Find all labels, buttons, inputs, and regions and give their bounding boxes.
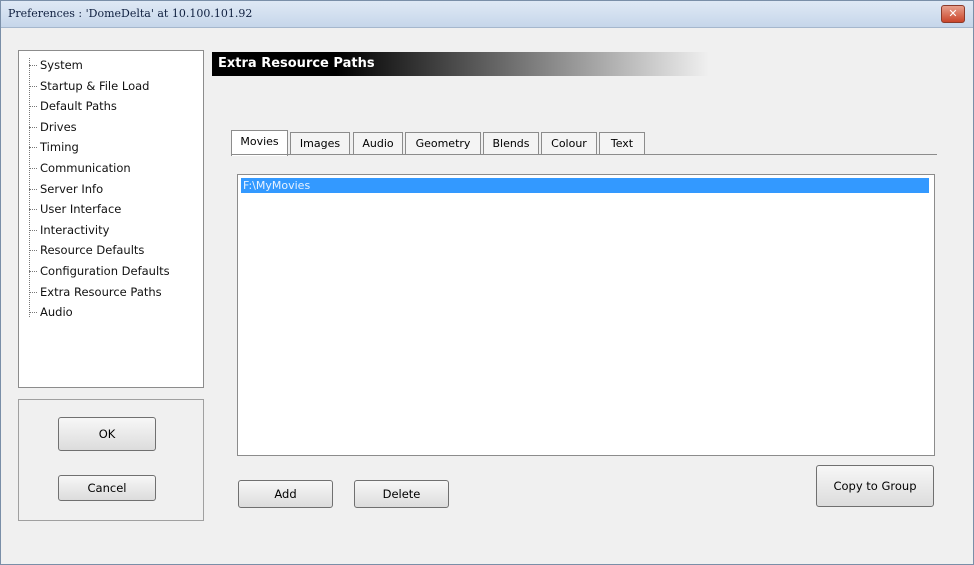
nav-item-extra-resource-paths[interactable]: Extra Resource Paths (19, 282, 170, 303)
nav-item-communication[interactable]: Communication (19, 158, 170, 179)
nav-item-label: Startup & File Load (40, 78, 150, 93)
nav-item-label: Drives (40, 119, 77, 134)
cancel-button[interactable]: Cancel (58, 475, 156, 501)
preferences-nav-tree: System Startup & File Load Default Paths… (18, 50, 204, 388)
nav-item-drives[interactable]: Drives (19, 117, 170, 138)
nav-item-label: Resource Defaults (40, 243, 145, 258)
preferences-window: Preferences : 'DomeDelta' at 10.100.101.… (0, 0, 974, 565)
title-bar[interactable]: Preferences : 'DomeDelta' at 10.100.101.… (1, 1, 973, 28)
tab-images[interactable]: Images (290, 132, 350, 155)
window-title: Preferences : 'DomeDelta' at 10.100.101.… (8, 7, 253, 20)
nav-item-default-paths[interactable]: Default Paths (19, 96, 170, 117)
section-header: Extra Resource Paths (212, 52, 709, 76)
copy-to-group-button[interactable]: Copy to Group (816, 465, 934, 507)
tab-strip-divider (231, 154, 937, 155)
nav-item-label: Extra Resource Paths (40, 284, 162, 299)
nav-item-interactivity[interactable]: Interactivity (19, 220, 170, 241)
delete-button[interactable]: Delete (354, 480, 449, 508)
nav-item-user-interface[interactable]: User Interface (19, 199, 170, 220)
tab-colour[interactable]: Colour (541, 132, 597, 155)
tab-movies[interactable]: Movies (231, 130, 288, 156)
list-item[interactable]: F:\MyMovies (241, 178, 929, 193)
close-button[interactable]: ✕ (941, 5, 965, 23)
nav-item-configuration-defaults[interactable]: Configuration Defaults (19, 261, 170, 282)
close-icon: ✕ (948, 7, 958, 20)
tab-geometry[interactable]: Geometry (405, 132, 481, 155)
nav-item-label: Audio (40, 305, 73, 320)
nav-item-server-info[interactable]: Server Info (19, 179, 170, 200)
nav-item-system[interactable]: System (19, 55, 170, 76)
nav-item-label: User Interface (40, 202, 122, 217)
nav-item-audio[interactable]: Audio (19, 302, 170, 323)
nav-item-label: Server Info (40, 181, 104, 196)
tab-text[interactable]: Text (599, 132, 645, 155)
nav-item-label: Configuration Defaults (40, 263, 170, 278)
resource-path-list[interactable]: F:\MyMovies (237, 174, 935, 456)
ok-button[interactable]: OK (58, 417, 156, 451)
tab-audio[interactable]: Audio (353, 132, 403, 155)
nav-item-label: Interactivity (40, 222, 110, 237)
section-title: Extra Resource Paths (218, 56, 375, 71)
tab-blends[interactable]: Blends (483, 132, 539, 155)
nav-item-startup-file-load[interactable]: Startup & File Load (19, 76, 170, 97)
nav-item-label: Default Paths (40, 99, 117, 114)
nav-item-label: System (40, 58, 83, 72)
nav-item-timing[interactable]: Timing (19, 137, 170, 158)
add-button[interactable]: Add (238, 480, 333, 508)
nav-item-label: Communication (40, 160, 131, 175)
nav-item-label: Timing (40, 140, 79, 155)
nav-item-resource-defaults[interactable]: Resource Defaults (19, 240, 170, 261)
dialog-button-panel: OK Cancel (18, 399, 204, 521)
